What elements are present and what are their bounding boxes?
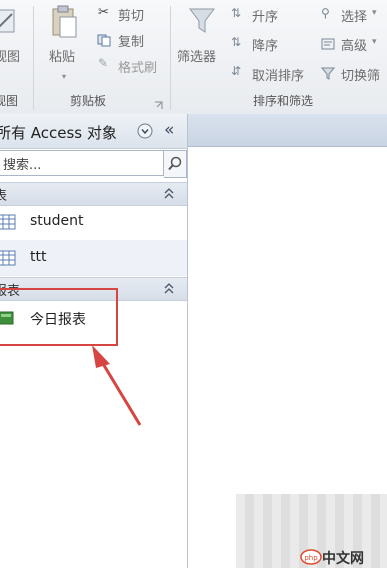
- annotation-arrow: [92, 345, 142, 426]
